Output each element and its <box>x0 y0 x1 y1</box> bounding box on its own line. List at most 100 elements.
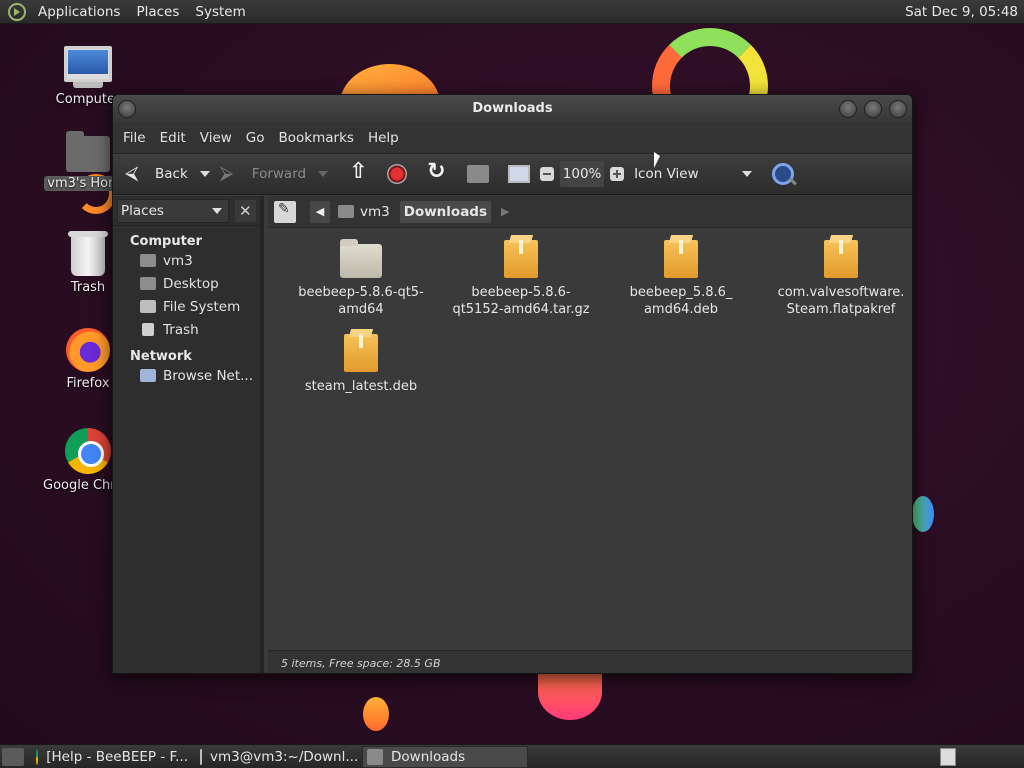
up-button[interactable] <box>346 158 368 190</box>
sidebar-item-file-system[interactable]: File System <box>113 295 260 318</box>
trash-icon <box>142 323 154 336</box>
stop-button[interactable] <box>387 158 408 190</box>
file-view[interactable]: beebeep-5.8.6-qt5- amd64 beebeep-5.8.6- … <box>268 228 912 650</box>
desktop-icon-label: Trash <box>70 280 106 295</box>
sidebar-item-label: Desktop <box>163 275 219 292</box>
workspace-switcher[interactable] <box>940 747 956 766</box>
zoom-level: 100% <box>560 161 605 187</box>
menu-edit[interactable]: Edit <box>153 130 193 146</box>
package-icon <box>344 334 378 372</box>
drive-icon <box>140 300 156 313</box>
file-name: com.valvesoftware. Steam.flatpakref <box>777 285 905 317</box>
taskbar-item-label: vm3@vm3:~/Downl... <box>210 748 359 765</box>
window-title: Downloads <box>472 101 553 116</box>
taskbar-item-downloads[interactable]: Downloads <box>362 745 528 768</box>
breadcrumb-label: vm3 <box>360 203 390 220</box>
file-item[interactable]: beebeep-5.8.6- qt5152-amd64.tar.gz <box>441 238 601 318</box>
sidebar-item-trash[interactable]: Trash <box>113 318 260 341</box>
close-sidebar-icon[interactable]: ✕ <box>234 199 256 222</box>
forward-history-dropdown[interactable] <box>318 171 329 177</box>
sidebar-section-network: Network <box>130 349 192 364</box>
path-scroll-left-button[interactable]: ◀ <box>310 200 330 223</box>
taskbar-item-beebeep-help[interactable]: [Help - BeeBEEP - F... <box>32 746 192 768</box>
file-name: beebeep-5.8.6-qt5- amd64 <box>298 285 424 317</box>
zoom-out-button[interactable] <box>540 167 555 181</box>
menu-help[interactable]: Help <box>361 130 406 146</box>
path-bar: ◀ vm3 Downloads ▶ <box>268 196 912 228</box>
package-icon <box>664 240 698 278</box>
distro-logo-icon[interactable] <box>8 2 26 21</box>
back-label: Back <box>155 166 188 182</box>
folder-icon <box>340 239 382 278</box>
back-button[interactable]: Back <box>123 158 188 190</box>
package-icon <box>504 240 538 278</box>
zoom-in-button[interactable] <box>610 167 625 181</box>
wallpaper-shape <box>912 496 934 532</box>
menu-go[interactable]: Go <box>239 130 272 146</box>
top-panel: Applications Places System Sat Dec 9, 05… <box>0 0 1024 24</box>
home-icon <box>467 165 490 183</box>
package-icon <box>824 240 858 278</box>
sidebar-type-label: Places <box>121 202 164 219</box>
trash-icon <box>68 231 108 276</box>
sidebar-item-label: Browse Net... <box>163 367 254 384</box>
sidebar-item-browse-network[interactable]: Browse Net... <box>113 364 260 387</box>
system-menu[interactable]: System <box>187 0 253 24</box>
file-item[interactable]: com.valvesoftware. Steam.flatpakref <box>761 238 912 318</box>
close-button[interactable] <box>889 100 907 118</box>
places-menu[interactable]: Places <box>128 0 187 24</box>
taskbar-item-label: Downloads <box>391 748 466 765</box>
desktop-folder-icon <box>140 277 156 290</box>
edit-location-button[interactable] <box>274 200 296 223</box>
file-name: beebeep-5.8.6- qt5152-amd64.tar.gz <box>452 285 590 317</box>
breadcrumb-downloads[interactable]: Downloads <box>399 200 492 223</box>
home-folder-icon <box>338 205 354 218</box>
file-name: steam_latest.deb <box>304 379 418 394</box>
sidebar-item-vm3[interactable]: vm3 <box>113 249 260 272</box>
search-button[interactable] <box>772 163 795 185</box>
sidebar-item-label: vm3 <box>163 252 193 269</box>
show-desktop-button[interactable] <box>2 747 24 766</box>
forward-button[interactable]: Forward <box>220 158 306 190</box>
applications-menu[interactable]: Applications <box>30 0 128 24</box>
sidebar-item-label: File System <box>163 298 241 315</box>
stop-icon <box>387 164 408 184</box>
sidebar-item-label: Trash <box>163 321 199 338</box>
menu-view[interactable]: View <box>193 130 239 146</box>
taskbar: [Help - BeeBEEP - F... vm3@vm3:~/Downl..… <box>0 744 1024 768</box>
breadcrumb-vm3[interactable]: vm3 <box>334 201 394 223</box>
mouse-pointer-icon <box>654 152 660 168</box>
wallpaper-shape <box>363 697 389 731</box>
folder-icon <box>367 748 383 765</box>
minimize-button[interactable] <box>839 100 857 118</box>
sidebar-type-select[interactable]: Places <box>117 198 229 223</box>
menu-bookmarks[interactable]: Bookmarks <box>272 130 361 146</box>
path-scroll-right-button[interactable]: ▶ <box>501 205 509 218</box>
reload-icon <box>426 159 448 185</box>
status-bar: 5 items, Free space: 28.5 GB <box>268 650 912 673</box>
firefox-icon <box>66 328 110 372</box>
file-item[interactable]: steam_latest.deb <box>281 332 441 395</box>
reload-button[interactable] <box>426 158 448 190</box>
chrome-icon <box>65 428 111 474</box>
maximize-button[interactable] <box>864 100 882 118</box>
view-mode-select[interactable]: Icon View <box>624 166 753 182</box>
sidebar-item-desktop[interactable]: Desktop <box>113 272 260 295</box>
home-button[interactable] <box>467 158 490 190</box>
menu-file[interactable]: File <box>116 130 153 146</box>
window-menu-button[interactable] <box>118 100 136 118</box>
file-item[interactable]: beebeep_5.8.6_ amd64.deb <box>601 238 761 318</box>
taskbar-item-label: [Help - BeeBEEP - F... <box>46 748 188 765</box>
clock[interactable]: Sat Dec 9, 05:48 <box>905 4 1018 20</box>
computer-button[interactable] <box>508 158 531 190</box>
back-history-dropdown[interactable] <box>199 171 210 177</box>
file-item[interactable]: beebeep-5.8.6-qt5- amd64 <box>281 238 441 318</box>
chevron-down-icon <box>742 171 753 177</box>
computer-icon <box>508 165 531 183</box>
back-arrow-icon <box>123 162 145 185</box>
taskbar-item-terminal[interactable]: vm3@vm3:~/Downl... <box>196 746 360 768</box>
places-sidebar: Places ✕ Computer vm3 Desktop File Syste… <box>113 196 264 673</box>
computer-icon <box>64 46 112 88</box>
desktop-icon-label: Firefox <box>66 376 110 391</box>
window-titlebar[interactable]: Downloads <box>113 95 912 123</box>
